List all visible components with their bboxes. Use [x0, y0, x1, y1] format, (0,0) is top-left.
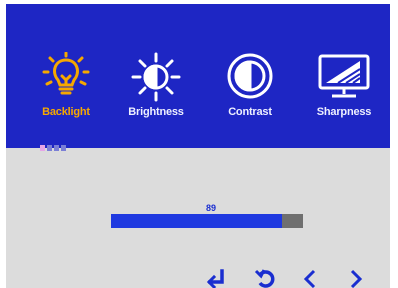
monitor-sharpness-icon [304, 52, 384, 102]
menu-item-contrast[interactable]: Contrast [210, 52, 290, 122]
enter-icon [204, 269, 228, 288]
slider-value: 89 [205, 203, 216, 213]
page-dot [54, 145, 59, 151]
menu-item-label: Contrast [228, 106, 272, 118]
slider-fill [111, 214, 282, 228]
menu-item-brightness[interactable]: Brightness [116, 52, 196, 122]
menu-item-label: Brightness [128, 106, 184, 118]
contrast-icon [210, 52, 290, 102]
osd-screen: Backlight Brightness Contrast Sharpness … [6, 4, 390, 288]
left-button[interactable] [298, 267, 322, 288]
sun-icon [116, 52, 196, 102]
right-button[interactable] [344, 267, 368, 288]
chevron-left-icon [298, 269, 322, 288]
menu-item-label: Backlight [42, 106, 90, 118]
page-dot [40, 145, 45, 151]
backlight-slider[interactable] [111, 214, 303, 228]
osd-menu-header: Backlight Brightness Contrast Sharpness [6, 4, 390, 151]
back-icon [253, 269, 277, 288]
back-button[interactable] [253, 267, 277, 288]
menu-item-sharpness[interactable]: Sharpness [304, 52, 384, 122]
enter-button[interactable] [204, 267, 228, 288]
menu-item-label: Sharpness [316, 106, 372, 118]
page-dot [47, 145, 52, 151]
menu-item-backlight[interactable]: Backlight [26, 52, 106, 122]
page-dot [61, 145, 66, 151]
page-indicator [40, 138, 68, 151]
chevron-right-icon [344, 269, 368, 288]
lightbulb-icon [26, 52, 106, 102]
